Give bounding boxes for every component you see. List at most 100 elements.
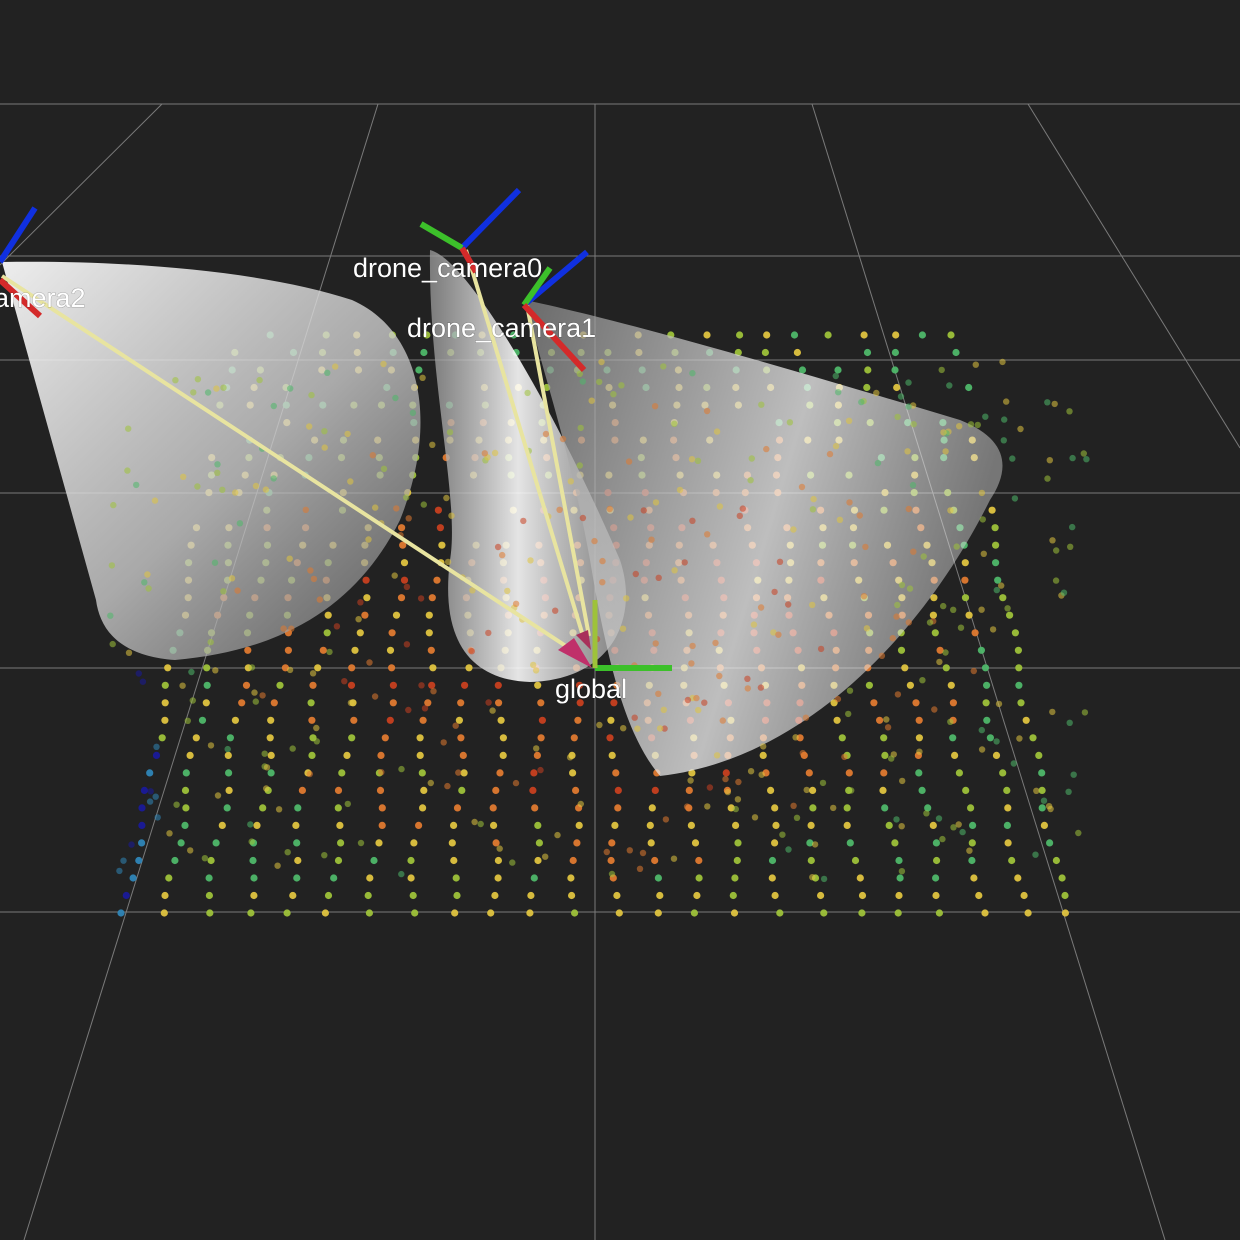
cloud-point (935, 909, 944, 917)
cloud-point (1003, 786, 1011, 795)
cloud-point (736, 512, 743, 520)
cloud-point (655, 574, 662, 581)
cloud-point (776, 558, 784, 565)
cloud-point (1065, 788, 1072, 795)
cloud-point (429, 441, 436, 448)
cloud-point (236, 520, 244, 527)
cloud-point (120, 857, 127, 864)
cloud-point (599, 579, 606, 586)
cloud-point (878, 652, 886, 659)
cloud-point (623, 595, 630, 602)
cloud-point (972, 361, 979, 368)
cloud-point (608, 839, 616, 847)
cloud-point (891, 366, 899, 374)
cloud-point (614, 804, 622, 812)
cloud-point (468, 648, 475, 655)
cloud-point (283, 909, 291, 917)
cloud-point (648, 804, 656, 812)
cloud-point (771, 804, 779, 812)
cloud-point (809, 601, 816, 609)
cloud-point (347, 699, 355, 706)
cloud-point (935, 815, 943, 822)
cloud-point (448, 839, 456, 847)
cloud-point (337, 839, 345, 847)
cloud-point (274, 862, 281, 869)
cloud-point (248, 838, 255, 845)
cloud-point (894, 909, 902, 917)
cloud-point (611, 821, 619, 830)
cloud-point (307, 567, 314, 574)
cloud-point (411, 909, 419, 917)
cloud-point (534, 681, 542, 689)
cloud-point (533, 745, 540, 752)
cloud-point (388, 664, 396, 672)
cloud-point (579, 378, 586, 385)
cloud-point (660, 363, 667, 370)
cloud-point (713, 428, 721, 435)
cloud-point (734, 839, 742, 847)
frame-label-drone-camera1: drone_camera1 (407, 313, 596, 343)
cloud-point (204, 389, 212, 396)
cloud-point (407, 874, 415, 882)
cloud-point (177, 839, 185, 847)
cloud-point (188, 668, 195, 676)
cloud-point (932, 874, 940, 882)
cloud-point (184, 717, 191, 724)
cloud-point (465, 664, 473, 672)
cloud-point (606, 734, 614, 742)
cloud-point (494, 856, 502, 865)
cloud-point (389, 681, 397, 689)
scene-canvas[interactable]: amera2 drone_camera0 drone_camera1 globa… (0, 0, 1240, 1240)
cloud-point (864, 366, 872, 374)
cloud-point (286, 555, 293, 562)
rviz-3d-viewport[interactable]: amera2 drone_camera0 drone_camera1 globa… (0, 0, 1240, 1240)
cloud-point (129, 874, 137, 882)
cloud-point (407, 856, 415, 865)
cloud-point (330, 874, 338, 882)
cloud-point (293, 839, 301, 847)
cloud-point (599, 557, 606, 565)
cloud-point (397, 594, 406, 602)
cloud-point (965, 611, 973, 619)
cloud-point (830, 804, 837, 812)
cloud-point (433, 576, 441, 584)
cloud-point (689, 370, 696, 377)
cloud-point (793, 814, 801, 821)
cloud-point (218, 821, 226, 830)
cloud-point (252, 698, 259, 705)
cloud-point (357, 599, 364, 606)
cloud-point (626, 847, 633, 854)
cloud-point (775, 631, 782, 638)
cloud-point (458, 786, 466, 795)
cloud-point (688, 660, 695, 667)
cloud-point (915, 734, 924, 742)
cloud-point (858, 891, 867, 900)
cloud-point (202, 699, 210, 707)
cloud-point (771, 839, 779, 847)
cloud-point (767, 786, 775, 795)
cloud-point (732, 805, 739, 813)
cloud-point (751, 814, 759, 821)
cloud-point (978, 726, 985, 734)
cloud-point (730, 909, 739, 917)
cloud-point (959, 828, 966, 836)
cloud-point (893, 383, 901, 392)
cloud-point (146, 769, 154, 777)
cloud-point (690, 909, 699, 917)
cloud-point (267, 769, 275, 777)
cloud-point (1006, 611, 1014, 619)
cloud-point (1014, 646, 1023, 654)
cloud-point (182, 769, 190, 777)
cloud-point (372, 504, 379, 511)
cloud-point (676, 486, 684, 494)
cloud-point (371, 693, 379, 700)
cloud-point (722, 769, 730, 777)
cloud-point (748, 455, 755, 462)
cloud-point (655, 690, 662, 697)
cloud-point (1004, 839, 1012, 847)
frustum-cone-camera2 (2, 261, 421, 660)
cloud-point (151, 497, 159, 504)
cloud-point (634, 725, 641, 732)
cloud-point (1058, 874, 1066, 882)
cloud-point (1024, 909, 1032, 917)
